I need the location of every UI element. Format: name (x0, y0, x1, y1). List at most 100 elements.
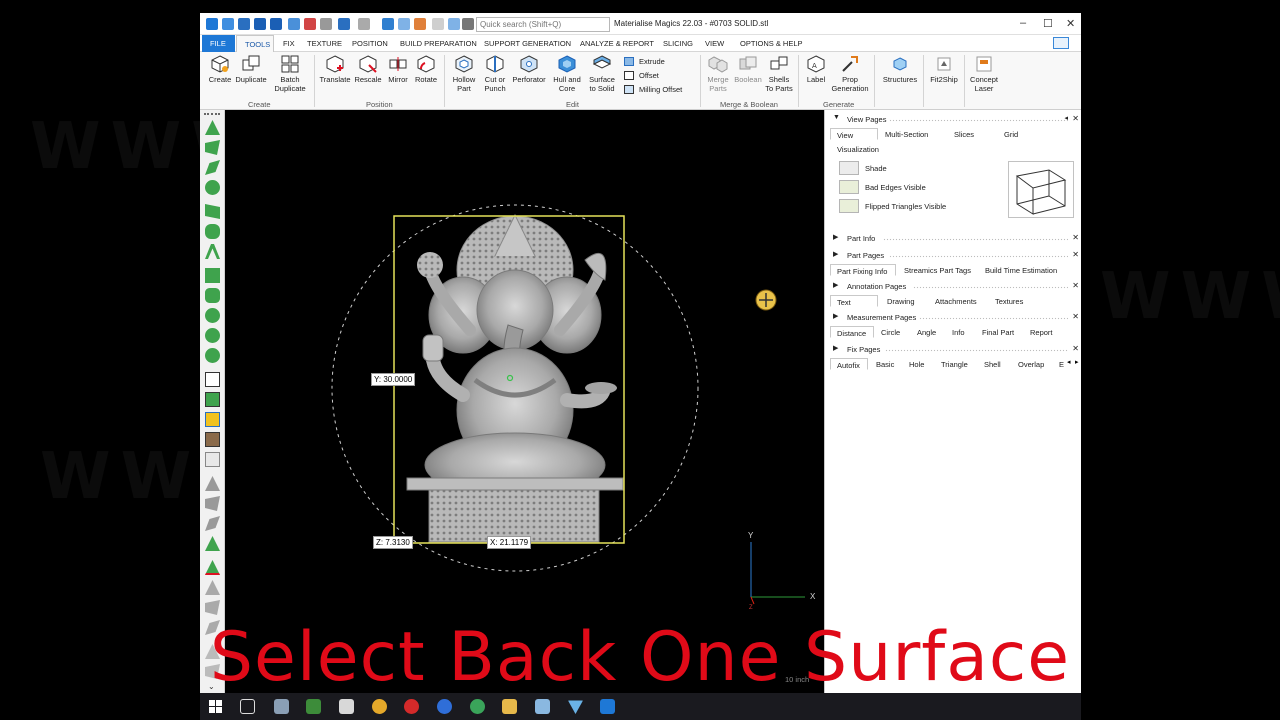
save-all-icon[interactable] (270, 18, 282, 30)
redo-icon[interactable] (358, 18, 370, 30)
fix-tab-basic[interactable]: Basic (876, 358, 894, 370)
mirror-button[interactable]: Mirror (384, 54, 412, 85)
close-panel-icon[interactable]: ✕ (1072, 233, 1079, 242)
perforator-button[interactable]: Perforator (510, 54, 548, 85)
measurement-tab-circle[interactable]: Circle (881, 326, 900, 338)
save-icon[interactable] (254, 18, 266, 30)
brush-select-icon[interactable] (205, 224, 220, 239)
tab-fix[interactable]: FIX (283, 39, 295, 48)
tab-scroll-right-icon[interactable]: ▸ (1075, 358, 1079, 366)
view-pages-header[interactable]: ▼ View Pages ◂ ✕ (825, 113, 1081, 126)
expand-right-icon[interactable]: ▶ (833, 344, 838, 352)
expand-right-icon[interactable]: ▶ (833, 250, 838, 258)
tab-texture[interactable]: TEXTURE (307, 39, 342, 48)
tab-file[interactable]: FILE (202, 35, 235, 52)
shells-to-parts-button[interactable]: Shells To Parts (764, 54, 794, 93)
tab-position[interactable]: POSITION (352, 39, 388, 48)
bluetooth-icon[interactable] (437, 699, 452, 714)
part-tab-streamics[interactable]: Streamics Part Tags (904, 264, 971, 276)
batch-duplicate-button[interactable]: Batch Duplicate (270, 54, 310, 93)
chrome-icon[interactable] (372, 699, 387, 714)
select-cluster-icon[interactable] (205, 348, 220, 363)
annotation-tab-text[interactable]: Text (830, 295, 878, 307)
part-color-icon[interactable] (205, 412, 220, 427)
expand-right-icon[interactable]: ▶ (833, 281, 838, 289)
prop-generation-button[interactable]: Prop Generation (830, 54, 870, 93)
measurement-tab-report[interactable]: Report (1030, 326, 1053, 338)
store-icon[interactable] (306, 699, 321, 714)
vector-app-icon[interactable] (568, 700, 583, 714)
opera-icon[interactable] (404, 699, 419, 714)
select-surface-icon[interactable] (205, 160, 220, 175)
view-cube-preview[interactable] (1008, 161, 1074, 218)
lasso-select-icon[interactable] (205, 204, 220, 219)
offset-button[interactable]: Offset (639, 71, 659, 80)
close-panel-icon[interactable]: ✕ (1072, 344, 1079, 353)
cut-or-punch-button[interactable]: Cut or Punch (480, 54, 510, 93)
select-sphere-icon[interactable] (205, 308, 220, 323)
select-plane-icon[interactable] (205, 140, 220, 155)
gray-triangle-icon[interactable] (205, 476, 220, 491)
create-button[interactable]: Create (205, 54, 235, 85)
part-deselect-icon[interactable] (205, 452, 220, 467)
task-view-icon[interactable] (240, 699, 255, 714)
move-handle-icon[interactable] (755, 289, 777, 311)
select-box-icon[interactable] (205, 268, 220, 283)
tab-tools[interactable]: TOOLS (236, 35, 274, 53)
flipped-triangles-icon[interactable] (839, 199, 859, 213)
select-edge-icon[interactable] (205, 244, 220, 259)
expand-right-icon[interactable]: ▶ (833, 312, 838, 320)
close-project-icon[interactable] (304, 18, 316, 30)
annotation-tab-attachments[interactable]: Attachments (935, 295, 977, 307)
view-tab-grid[interactable]: Grid (1004, 128, 1018, 140)
rotate-button[interactable]: Rotate (412, 54, 440, 85)
view-tab-multi-section[interactable]: Multi-Section (885, 128, 928, 140)
hull-and-core-button[interactable]: Hull and Core (550, 54, 584, 93)
file-manager-icon[interactable] (274, 699, 289, 714)
close-icon[interactable]: ✕ (1066, 17, 1075, 30)
measurement-tab-angle[interactable]: Angle (917, 326, 936, 338)
select-shell-icon[interactable] (205, 180, 220, 195)
duplicate-button[interactable]: Duplicate (233, 54, 269, 85)
rescale-button[interactable]: Rescale (353, 54, 383, 85)
hollow-part-button[interactable]: Hollow Part (448, 54, 480, 93)
shade-icon[interactable] (839, 161, 859, 175)
extrude-button[interactable]: Extrude (639, 57, 665, 66)
view-icon[interactable] (462, 18, 474, 30)
tab-support-generation[interactable]: SUPPORT GENERATION (484, 39, 571, 48)
app-logo-icon[interactable] (206, 18, 218, 30)
close-panel-icon[interactable]: ✕ (1072, 312, 1079, 321)
chrome-2-icon[interactable] (470, 699, 485, 714)
maximize-icon[interactable]: ☐ (1043, 17, 1053, 30)
gray-triangle-2-icon[interactable] (205, 580, 220, 595)
print-icon[interactable] (320, 18, 332, 30)
bad-edges-icon[interactable] (839, 180, 859, 194)
close-panel-icon[interactable]: ✕ (1072, 250, 1079, 259)
layout-icon[interactable] (1053, 37, 1069, 49)
view-tab-slices[interactable]: Slices (954, 128, 974, 140)
surface-to-solid-button[interactable]: Surface to Solid (586, 54, 618, 93)
gray-surface-icon[interactable] (205, 516, 220, 531)
open-file-icon[interactable] (238, 18, 250, 30)
tab-view[interactable]: VIEW (705, 39, 724, 48)
milling-offset-button[interactable]: Milling Offset (639, 85, 682, 94)
tab-options-help[interactable]: OPTIONS & HELP (740, 39, 803, 48)
label-button[interactable]: A Label (802, 54, 830, 85)
app-icon[interactable] (535, 699, 550, 714)
collapse-down-icon[interactable]: ▼ (833, 114, 840, 121)
annotation-tab-drawing[interactable]: Drawing (887, 295, 915, 307)
gray-plane-2-icon[interactable] (205, 600, 220, 615)
fix-tab-overlap[interactable]: Overlap (1018, 358, 1044, 370)
quick-search-input[interactable] (476, 17, 610, 32)
select-connected-icon[interactable] (205, 288, 220, 303)
undo-icon[interactable] (338, 18, 350, 30)
folder-icon[interactable] (502, 699, 517, 714)
select-mode-icon[interactable] (382, 18, 394, 30)
part-tab-fixing-info[interactable]: Part Fixing Info (830, 264, 896, 276)
measurement-tab-distance[interactable]: Distance (830, 326, 874, 338)
tab-scroll-left-icon[interactable]: ◂ (1067, 358, 1071, 366)
view-tab-view[interactable]: View (830, 128, 878, 140)
fix-tab-autofix[interactable]: Autofix (830, 358, 868, 370)
windows-start-icon[interactable] (208, 699, 223, 714)
3d-viewport[interactable]: Y X Z Y: 30.0000 Z: 7.3130 X: 21.1179 10… (225, 110, 824, 693)
